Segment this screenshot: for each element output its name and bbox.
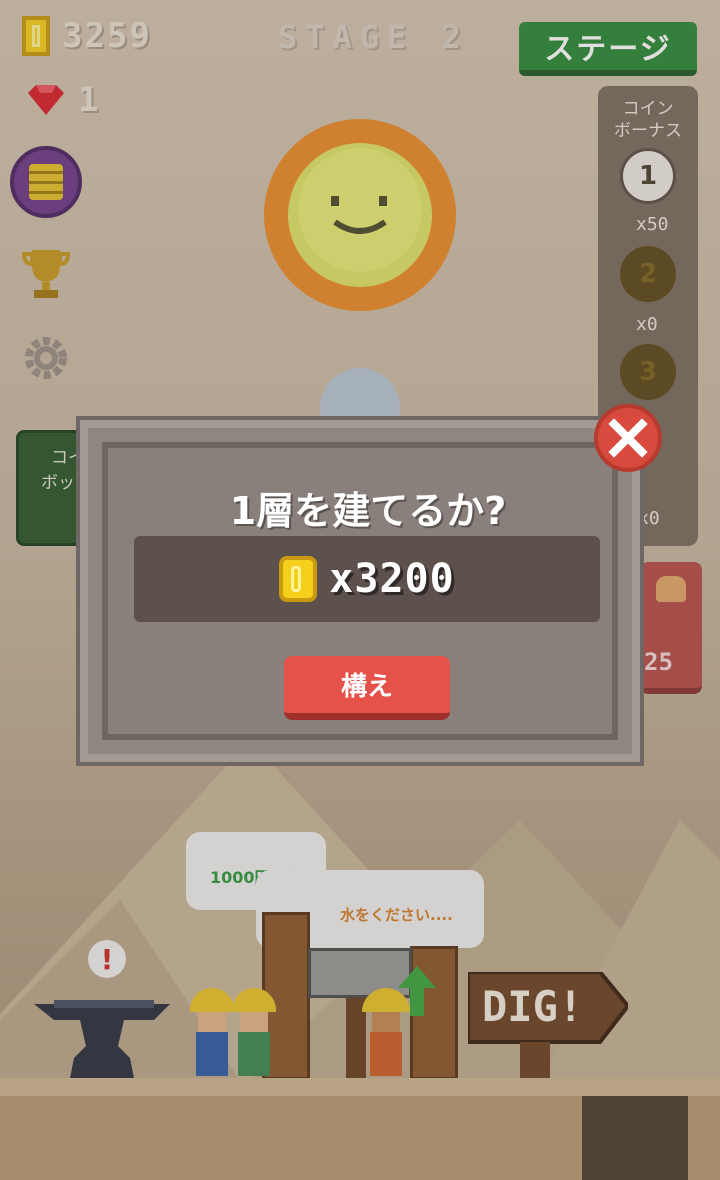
- coin-icon: [279, 556, 318, 602]
- cost-amount: x3200: [329, 556, 455, 602]
- close-icon: [608, 418, 648, 458]
- cost-display: x3200: [134, 536, 600, 622]
- dialog-title: 1層を建てるか?: [229, 489, 507, 533]
- build-floor-dialog: 1層を建てるか? x3200 構え: [76, 416, 644, 766]
- close-button[interactable]: [594, 404, 662, 472]
- build-confirm-button[interactable]: 構え: [284, 656, 450, 720]
